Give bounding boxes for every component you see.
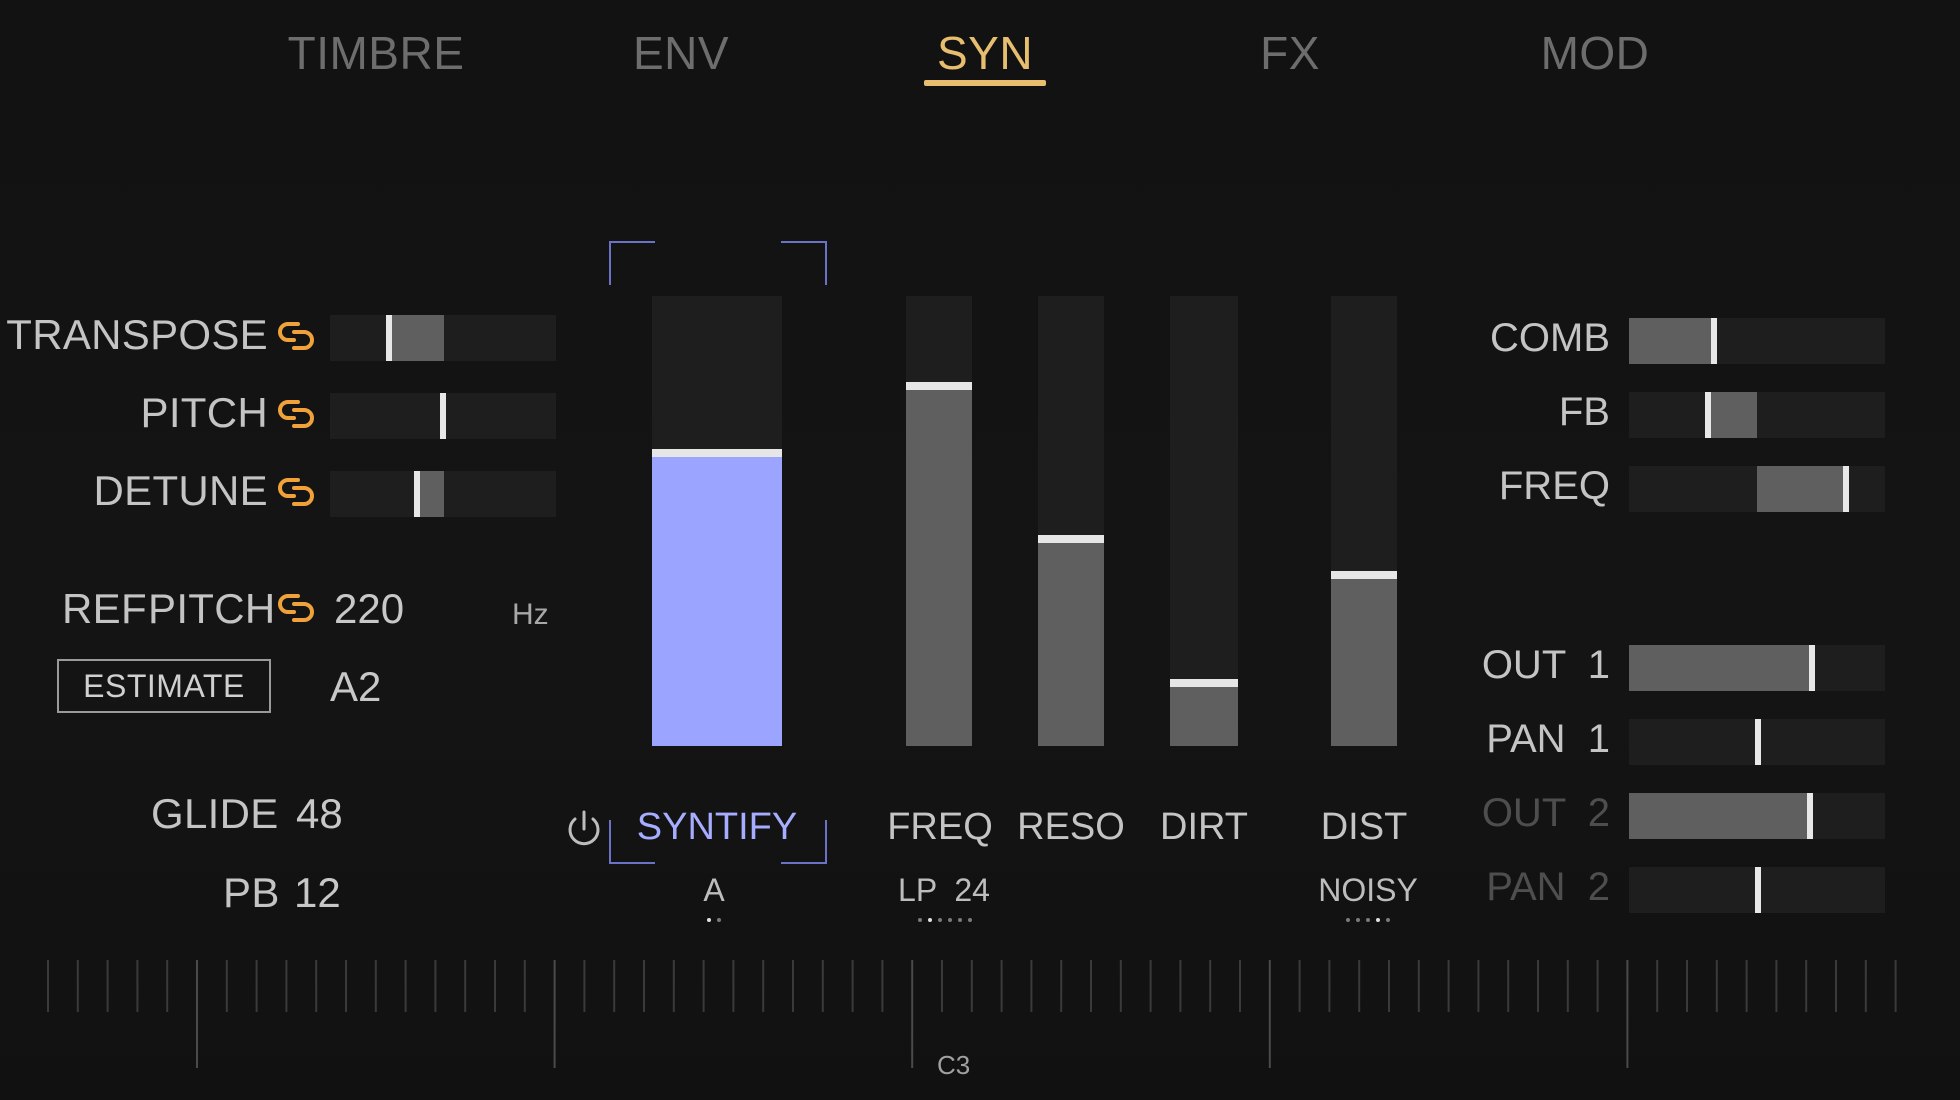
ref-pitch-unit: Hz xyxy=(512,598,549,631)
pitch-slider[interactable] xyxy=(330,393,556,439)
comb-label: COMB xyxy=(1490,316,1610,360)
syntify-slider[interactable] xyxy=(652,296,782,746)
pitch-label: PITCH xyxy=(140,389,268,436)
syntify-label[interactable]: SYNTIFY xyxy=(637,806,797,849)
pan2-label: PAN 2 xyxy=(1486,865,1610,909)
pan1-label: PAN 1 xyxy=(1486,717,1610,761)
comb-freq-label: FREQ xyxy=(1498,464,1610,508)
filter-mode-selector[interactable]: LP 24 xyxy=(898,872,990,909)
tab-timbre[interactable]: TIMBRE xyxy=(288,26,465,80)
reso-slider[interactable] xyxy=(1038,296,1104,746)
fb-slider[interactable] xyxy=(1629,392,1885,438)
tab-syn[interactable]: SYN xyxy=(937,26,1033,80)
pan1-slider[interactable] xyxy=(1629,719,1885,765)
dist-slider[interactable] xyxy=(1331,296,1397,746)
selection-bracket-tr xyxy=(781,241,827,285)
transpose-link-icon[interactable] xyxy=(278,318,314,354)
estimate-button[interactable]: ESTIMATE xyxy=(57,659,271,713)
detune-slider[interactable] xyxy=(330,471,556,517)
dist-label: DIST xyxy=(1320,806,1408,848)
note-value: A2 xyxy=(330,663,382,710)
freq-label: FREQ xyxy=(887,806,993,848)
syntify-mode-selector[interactable]: A xyxy=(703,872,724,909)
pitch-ref-label: PITCH xyxy=(148,585,276,632)
comb-slider[interactable] xyxy=(1629,318,1885,364)
tab-fx[interactable]: FX xyxy=(1260,26,1320,80)
transpose-label: TRANSPOSE xyxy=(6,311,268,358)
detune-link-icon[interactable] xyxy=(278,474,314,510)
keyboard-ruler[interactable] xyxy=(40,960,1920,1080)
out2-slider[interactable] xyxy=(1629,793,1885,839)
glide-value[interactable]: 48 xyxy=(296,790,343,838)
selection-bracket-tl xyxy=(609,241,655,285)
keyboard-note-label: C3 xyxy=(937,1050,971,1080)
out1-label: OUT 1 xyxy=(1481,643,1610,687)
ref-label: REF xyxy=(62,585,147,632)
freq-slider[interactable] xyxy=(906,296,972,746)
ref-pitch-link-icon[interactable] xyxy=(278,590,314,626)
transpose-slider[interactable] xyxy=(330,315,556,361)
comb-freq-slider[interactable] xyxy=(1629,466,1885,512)
pb-label: PB xyxy=(223,869,280,916)
out2-label: OUT 2 xyxy=(1481,791,1610,835)
out1-slider[interactable] xyxy=(1629,645,1885,691)
filter-mode-dots xyxy=(918,918,972,922)
detune-label: DETUNE xyxy=(93,467,268,514)
dist-mode-selector[interactable]: NOISY xyxy=(1318,872,1418,909)
tab-mod[interactable]: MOD xyxy=(1541,26,1650,80)
dist-mode-dots xyxy=(1346,918,1390,922)
fb-label: FB xyxy=(1558,390,1610,434)
ref-pitch-value[interactable]: 220 xyxy=(334,585,404,633)
power-icon[interactable] xyxy=(563,808,605,850)
dirt-slider[interactable] xyxy=(1170,296,1238,746)
dirt-label: DIRT xyxy=(1160,806,1248,848)
pitch-link-icon[interactable] xyxy=(278,396,314,432)
syntify-mode-dots xyxy=(707,918,721,922)
pan2-slider[interactable] xyxy=(1629,867,1885,913)
pb-value[interactable]: 12 xyxy=(294,869,341,917)
tab-env[interactable]: ENV xyxy=(633,26,729,80)
reso-label: RESO xyxy=(1017,806,1125,848)
glide-label: GLIDE xyxy=(151,790,279,837)
active-tab-underline xyxy=(924,80,1046,86)
